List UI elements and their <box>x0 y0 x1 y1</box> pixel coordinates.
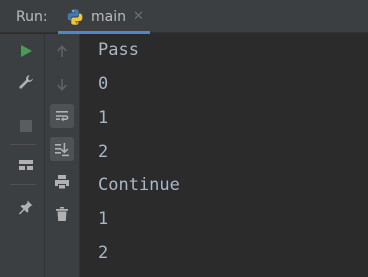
run-actions-toolbar <box>0 34 45 277</box>
python-icon <box>66 8 84 26</box>
restore-layout-button[interactable] <box>14 153 38 177</box>
tab-main[interactable]: main ✕ <box>58 0 150 34</box>
stop-icon <box>19 119 33 133</box>
pin-tab-button[interactable] <box>14 195 38 219</box>
console-line: 2 <box>98 142 109 162</box>
run-icon <box>18 43 34 59</box>
print-button[interactable] <box>50 170 74 194</box>
next-occurrence-button[interactable] <box>50 73 74 97</box>
tab-label: main <box>91 9 126 25</box>
scroll-to-end-icon <box>54 141 70 157</box>
console-line: Pass <box>98 40 139 60</box>
console-line: 1 <box>98 108 109 128</box>
rerun-button[interactable] <box>14 39 38 63</box>
up-arrow-icon <box>55 44 69 58</box>
layout-icon <box>18 157 34 173</box>
console-output[interactable]: Pass 0 1 2 Continue 1 2 <box>81 34 368 277</box>
edit-configuration-button[interactable] <box>14 70 38 94</box>
scroll-to-end-button[interactable] <box>50 137 74 161</box>
close-icon[interactable]: ✕ <box>133 9 144 25</box>
down-arrow-icon <box>55 78 69 92</box>
console-line: 2 <box>98 243 109 263</box>
console-line: 0 <box>98 74 109 94</box>
console-line: 1 <box>98 209 109 229</box>
previous-occurrence-button[interactable] <box>50 39 74 63</box>
soft-wrap-icon <box>54 108 70 124</box>
console-actions-toolbar <box>45 34 80 277</box>
toolbar-separator <box>10 184 36 185</box>
wrench-icon <box>18 74 34 90</box>
console-line: Continue <box>98 175 180 195</box>
run-tool-window: Run: main ✕ Pass 0 1 2 Continue 1 2 <box>0 0 368 277</box>
soft-wrap-button[interactable] <box>50 104 74 128</box>
toolbar-separator <box>10 144 36 145</box>
run-header: Run: main ✕ <box>0 0 368 34</box>
pin-icon <box>18 199 34 215</box>
clear-all-button[interactable] <box>50 202 74 226</box>
trash-icon <box>54 206 70 222</box>
stop-button[interactable] <box>14 114 38 138</box>
print-icon <box>54 174 70 190</box>
run-label: Run: <box>16 9 48 25</box>
